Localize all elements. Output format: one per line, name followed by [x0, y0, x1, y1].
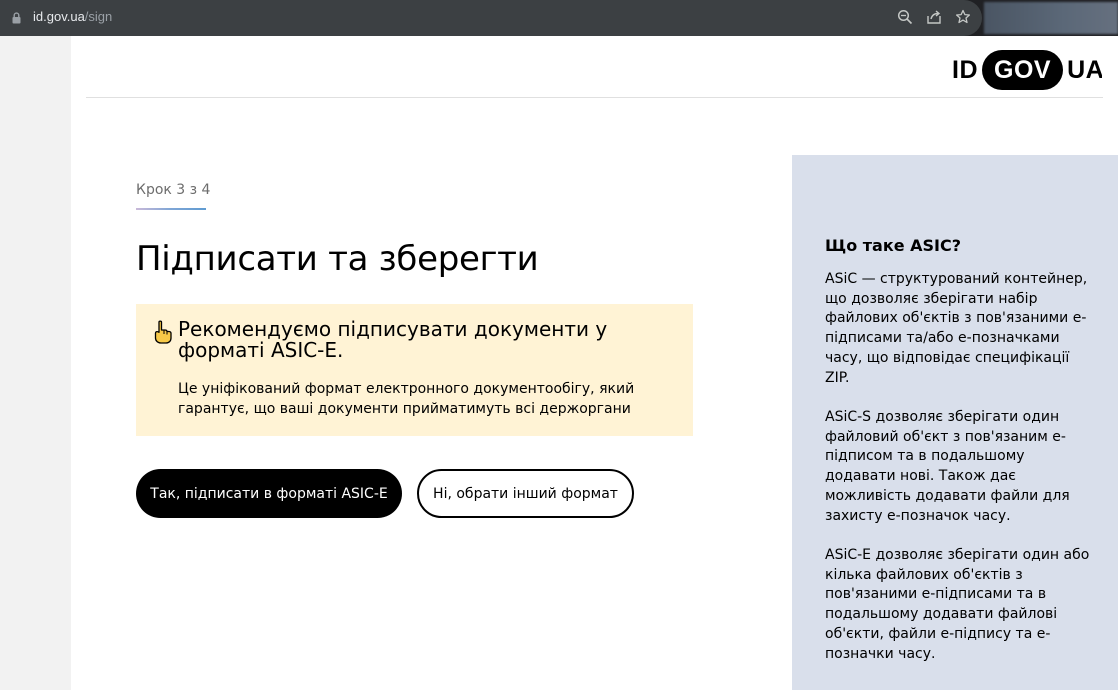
step-indicator: Крок 3 з 4 — [136, 182, 211, 198]
pointing-hand-icon — [154, 320, 172, 344]
url-path: /sign — [84, 9, 113, 24]
share-icon[interactable] — [926, 9, 942, 25]
header-divider — [86, 97, 1103, 98]
browser-profile-area — [984, 2, 1118, 34]
lock-icon[interactable] — [12, 12, 21, 24]
asic-s-info-paragraph: ASiC-S дозволяє зберігати один файловий … — [825, 409, 1070, 524]
logo-ua-text: UA — [1067, 55, 1103, 84]
asic-e-info-paragraph: ASiC-E дозволяє зберігати один або кільк… — [825, 547, 1090, 662]
bookmark-star-icon[interactable] — [955, 9, 971, 25]
sign-asic-e-button[interactable]: Так, підписати в форматі ASIC-E — [136, 469, 402, 518]
logo-gov-pill: GOV — [982, 50, 1064, 90]
address-bar[interactable]: id.gov.ua/sign — [0, 0, 982, 36]
browser-toolbar: id.gov.ua/sign — [0, 0, 1118, 36]
page-title: Підписати та зберегти — [136, 239, 539, 279]
page: ID GOV UA Крок 3 з 4 Підписати та зберег… — [71, 36, 1118, 690]
recommendation-notice: Рекомендуємо підписувати документи у фор… — [136, 304, 693, 436]
url-text[interactable]: id.gov.ua/sign — [33, 9, 112, 24]
zoom-icon[interactable] — [897, 9, 913, 25]
id-gov-ua-logo[interactable]: ID GOV UA — [952, 50, 1102, 90]
asic-info-panel: Що таке ASIC? ASiC — структурований конт… — [792, 155, 1118, 690]
asic-info-title: Що таке ASIC? — [825, 236, 962, 255]
choose-other-format-button[interactable]: Ні, обрати інший формат — [417, 469, 634, 518]
asic-info-paragraph: ASiC — структурований контейнер, що дозв… — [825, 271, 1088, 386]
notice-text: Це уніфікований формат електронного доку… — [178, 381, 635, 417]
step-progress-underline — [136, 208, 206, 210]
logo-id-text: ID — [952, 55, 978, 84]
url-host: id.gov.ua — [33, 9, 85, 24]
notice-heading: Рекомендуємо підписувати документи у фор… — [178, 317, 608, 362]
